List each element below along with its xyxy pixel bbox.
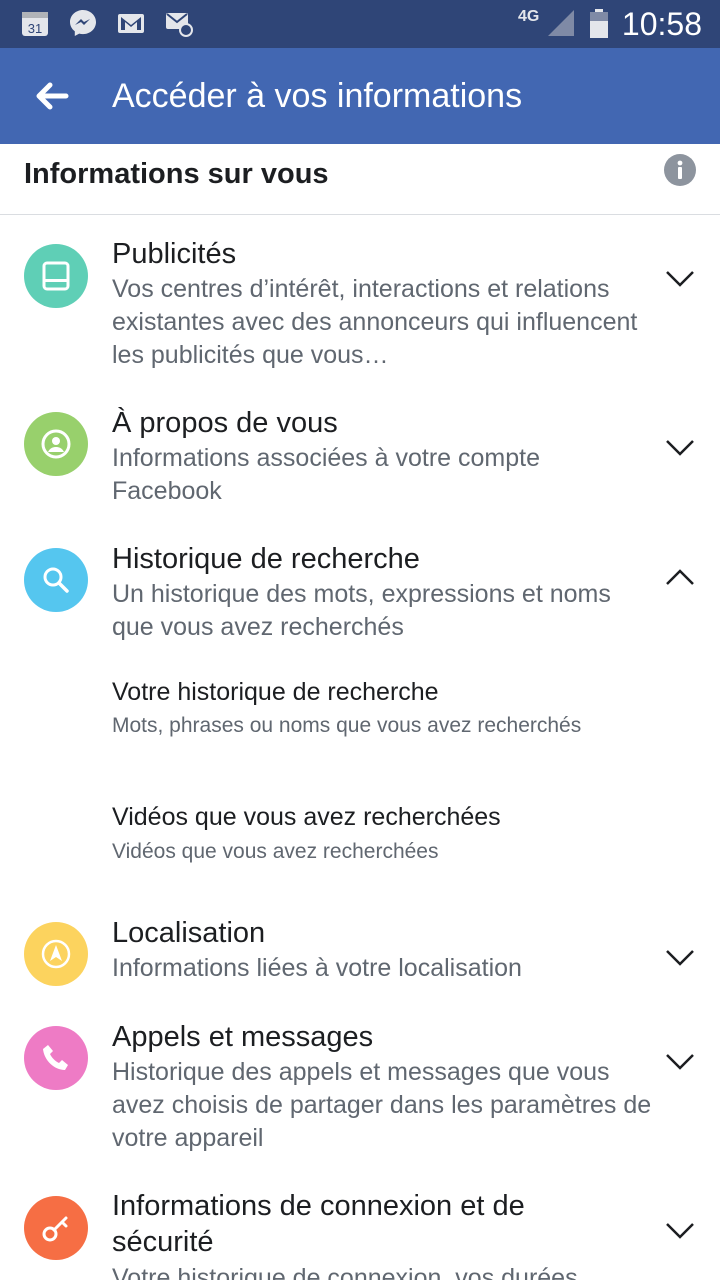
messenger-icon	[68, 8, 98, 38]
category-description: Vos centres d’intérêt, interactions et r…	[112, 275, 638, 369]
category-description: Historique des appels et messages que vo…	[112, 1058, 652, 1152]
calendar-icon: 31	[20, 8, 50, 38]
chevron-up-icon[interactable]	[664, 568, 696, 588]
person-icon	[41, 429, 71, 459]
category-search-history[interactable]: Historique de recherche Un historique de…	[0, 518, 720, 900]
category-about-you[interactable]: À propos de vous Informations associées …	[0, 382, 720, 518]
category-description: Votre historique de connexion, vos durée…	[112, 1264, 578, 1280]
back-button[interactable]	[30, 74, 74, 118]
key-icon-badge	[24, 1196, 88, 1260]
category-ads[interactable]: Publicités Vos centres d’intérêt, intera…	[0, 214, 720, 382]
section-header: Informations sur vous	[0, 144, 720, 215]
arrow-left-icon	[36, 82, 69, 110]
subitem-title: Votre historique de recherche	[112, 678, 439, 706]
category-title: Publicités	[112, 238, 237, 270]
category-location[interactable]: Localisation Informations liées à votre …	[0, 900, 720, 1004]
app-bar: Accéder à vos informations	[0, 48, 720, 144]
subitem-description: Vidéos que vous avez recherchées	[112, 840, 439, 863]
ads-icon-badge	[24, 244, 88, 308]
category-title: Historique de recherche	[112, 543, 420, 575]
chevron-down-icon[interactable]	[664, 947, 696, 967]
category-login-security[interactable]: Informations de connexion et de sécurité…	[0, 1172, 720, 1280]
search-icon-badge	[24, 548, 88, 612]
signal-icon	[546, 8, 576, 38]
info-icon	[677, 160, 683, 179]
battery-icon	[588, 8, 612, 38]
chevron-down-icon[interactable]	[664, 437, 696, 457]
subitem-searched-videos[interactable]: Vidéos que vous avez recherchées Vidéos …	[0, 794, 720, 884]
location-icon-badge	[24, 922, 88, 986]
phone-icon	[43, 1045, 68, 1070]
category-title: Informations de connexion et de sécurité	[112, 1190, 525, 1258]
clock: 10:58	[621, 6, 702, 42]
svg-text:31: 31	[28, 21, 42, 36]
subitem-search-history[interactable]: Votre historique de recherche Mots, phra…	[0, 668, 720, 778]
key-icon	[42, 1216, 68, 1242]
category-description: Un historique des mots, expressions et n…	[112, 580, 611, 641]
person-icon-badge	[24, 412, 88, 476]
category-calls-messages[interactable]: Appels et messages Historique des appels…	[0, 1004, 720, 1172]
category-description: Informations associées à votre compte Fa…	[112, 444, 540, 505]
status-bar: 31 4G 10:58	[0, 0, 720, 48]
chevron-down-icon[interactable]	[664, 1220, 696, 1240]
chevron-down-icon[interactable]	[664, 268, 696, 288]
category-title: À propos de vous	[112, 407, 338, 439]
network-indicator: 4G	[518, 8, 540, 25]
chevron-down-icon[interactable]	[664, 1051, 696, 1071]
category-description: Informations liées à votre localisation	[112, 954, 522, 982]
category-title: Localisation	[112, 917, 266, 949]
category-title: Appels et messages	[112, 1021, 374, 1053]
mail-icon	[116, 8, 146, 38]
subitem-description: Mots, phrases ou noms que vous avez rech…	[112, 714, 582, 737]
info-button[interactable]	[664, 154, 696, 186]
phone-icon-badge	[24, 1026, 88, 1090]
subitem-title: Vidéos que vous avez recherchées	[112, 803, 501, 831]
section-title: Informations sur vous	[24, 158, 329, 190]
search-icon	[43, 567, 69, 593]
location-icon	[41, 939, 71, 969]
page-title: Accéder à vos informations	[112, 77, 523, 115]
email-icon	[164, 8, 194, 38]
ads-icon	[42, 261, 70, 291]
